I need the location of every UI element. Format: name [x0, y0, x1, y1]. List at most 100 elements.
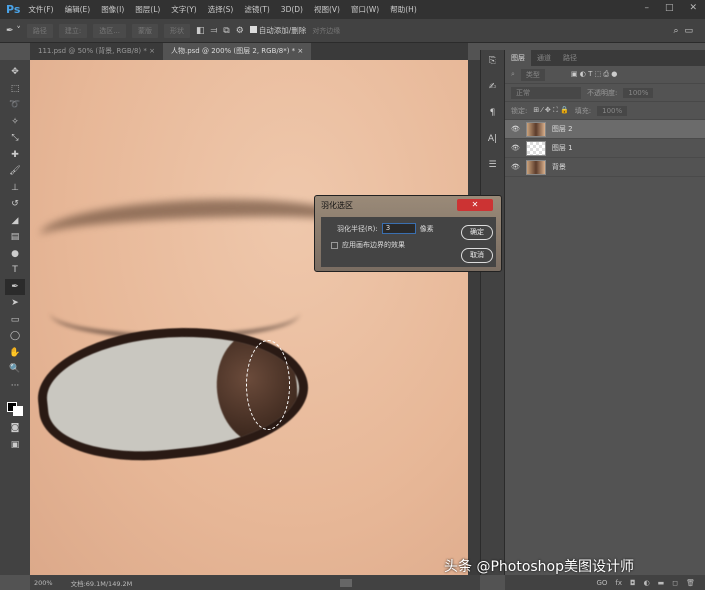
lasso-tool-icon[interactable]: ➰: [5, 97, 25, 114]
brush-tool-icon[interactable]: 🖌: [5, 163, 25, 180]
mask-button[interactable]: 蒙版: [131, 23, 158, 38]
stamp-tool-icon[interactable]: ⊥: [5, 180, 25, 197]
shape-tool-icon[interactable]: ▭: [5, 312, 25, 329]
eye-icon[interactable]: 👁: [511, 125, 520, 133]
dialog-close-button[interactable]: ✕: [457, 199, 493, 211]
hand-tool-icon[interactable]: ✋: [5, 345, 25, 362]
watermark: 头条 @Photoshop美图设计师: [444, 559, 635, 575]
path-mode-select[interactable]: 路径: [26, 23, 53, 38]
tab-layers[interactable]: 图层: [505, 50, 531, 66]
feather-radius-input[interactable]: 3: [381, 223, 416, 234]
character-icon[interactable]: A|: [488, 134, 497, 154]
menu-view[interactable]: 视图(V): [314, 4, 340, 15]
ok-button[interactable]: 确定: [461, 225, 493, 240]
menu-file[interactable]: 文件(F): [28, 4, 53, 15]
color-swatches-icon[interactable]: [5, 394, 25, 420]
fill-input[interactable]: 100%: [597, 105, 628, 116]
opacity-input[interactable]: 100%: [623, 87, 654, 98]
menu-select[interactable]: 选择(S): [208, 4, 234, 15]
vertical-scrollbar[interactable]: [468, 60, 480, 575]
adjustment-icon[interactable]: ◐: [644, 579, 650, 587]
tab-person-psd[interactable]: 人物.psd @ 200% (图层 2, RGB/8*) * ×: [162, 43, 312, 60]
menu-edit[interactable]: 编辑(E): [65, 4, 91, 15]
properties-icon[interactable]: ☰: [488, 160, 496, 180]
pen-tool-icon[interactable]: ✒ ˅: [6, 26, 21, 36]
gradient-tool-icon[interactable]: ▤: [5, 229, 25, 246]
status-bar: 200% 文档:69.1M/149.2M: [30, 575, 480, 590]
new-layer-icon[interactable]: ◻: [672, 579, 678, 587]
fx-icon[interactable]: fx: [615, 579, 622, 587]
magic-wand-icon[interactable]: ✧: [5, 114, 25, 131]
paragraph-icon[interactable]: ¶: [490, 108, 496, 128]
eyedropper-icon[interactable]: ⤡: [5, 130, 25, 147]
layer-row[interactable]: 👁 图层 1: [505, 139, 705, 158]
trash-icon[interactable]: 🗑: [686, 579, 695, 587]
doc-size: 文档:69.1M/149.2M: [70, 579, 133, 588]
menu-help[interactable]: 帮助(H): [390, 4, 417, 15]
history-brush-icon[interactable]: ↺: [5, 196, 25, 213]
options-bar: ✒ ˅ 路径 建立: 选区... 蒙版 形状 ◧ ⫤ ⧉ ⚙ 自动添加/删除 对…: [0, 19, 705, 43]
layer-filter-select[interactable]: 类型: [520, 68, 545, 81]
path-arrangement-icon[interactable]: ⧉: [223, 26, 229, 36]
close-button[interactable]: ✕: [689, 3, 697, 13]
folder-icon[interactable]: ▬: [658, 579, 665, 587]
blend-mode-select[interactable]: 正常: [511, 86, 581, 99]
maximize-button[interactable]: □: [665, 3, 674, 13]
align-edges-checkbox[interactable]: 对齐边缘: [312, 26, 340, 36]
gear-icon[interactable]: ⚙: [236, 26, 244, 36]
tab-channels[interactable]: 通道: [531, 50, 557, 66]
document-canvas[interactable]: [30, 60, 468, 575]
layer-thumbnail: [525, 140, 546, 156]
selection-button[interactable]: 选区...: [93, 23, 126, 38]
menu-layer[interactable]: 图层(L): [135, 4, 160, 15]
link-icon[interactable]: GO: [596, 579, 607, 587]
cancel-button[interactable]: 取消: [461, 248, 493, 263]
workspace-icon[interactable]: ▭: [684, 26, 693, 36]
more-tools-icon[interactable]: ···: [5, 378, 25, 395]
layer-row[interactable]: 👁 背景: [505, 158, 705, 177]
layer-row[interactable]: 👁 图层 2: [505, 120, 705, 139]
auto-add-delete-checkbox[interactable]: 自动添加/删除: [249, 25, 306, 36]
tab-111-psd[interactable]: 111.psd @ 50% (背景, RGB/8) * ×: [30, 43, 163, 60]
path-operations-icon[interactable]: ◧: [196, 26, 205, 36]
path-alignment-icon[interactable]: ⫤: [210, 26, 217, 36]
menu-3d[interactable]: 3D(D): [281, 5, 303, 14]
tab-paths[interactable]: 路径: [557, 50, 583, 66]
menu-bar: Ps 文件(F) 编辑(E) 图像(I) 图层(L) 文字(Y) 选择(S) 滤…: [0, 0, 705, 19]
menu-filter[interactable]: 滤镜(T): [244, 4, 269, 15]
canvas-bounds-checkbox[interactable]: [331, 241, 338, 249]
minimize-button[interactable]: –: [644, 3, 649, 13]
horizontal-scrollbar[interactable]: [340, 578, 353, 587]
mask-icon[interactable]: ◘: [630, 579, 636, 587]
menu-image[interactable]: 图像(I): [101, 4, 124, 15]
layer-name: 图层 2: [551, 125, 573, 133]
ellipse-tool-icon[interactable]: ◯: [5, 328, 25, 345]
lock-icons[interactable]: ⊞ ⁄ ✥ ⛶ 🔒: [533, 106, 568, 115]
tools-panel: ✥ ⬚ ➰ ✧ ⤡ ✚ 🖌 ⊥ ↺ ◢ ▤ ● T ✒ ➤ ▭ ◯ ✋ 🔍 ··…: [0, 60, 30, 575]
dodge-tool-icon[interactable]: ●: [5, 246, 25, 263]
menu-type[interactable]: 文字(Y): [171, 4, 196, 15]
screen-mode-icon[interactable]: ▣: [5, 437, 25, 454]
unit-label: 像素: [419, 224, 434, 233]
menu-window[interactable]: 窗口(W): [351, 4, 379, 15]
shape-button[interactable]: 形状: [163, 23, 190, 38]
eye-icon[interactable]: 👁: [511, 163, 520, 171]
history-icon[interactable]: ⎘: [489, 56, 496, 76]
marquee-tool-icon[interactable]: ⬚: [5, 81, 25, 98]
eraser-icon[interactable]: ◢: [5, 213, 25, 230]
layer-name: 背景: [551, 163, 566, 171]
feather-radius-label: 羽化半径(R):: [337, 224, 378, 233]
pen-tool-icon[interactable]: ✒: [5, 278, 25, 295]
brush-settings-icon[interactable]: ✍: [489, 82, 497, 102]
zoom-tool-icon[interactable]: 🔍: [5, 361, 25, 378]
zoom-level[interactable]: 200%: [34, 579, 53, 587]
quick-mask-icon[interactable]: ◙: [5, 420, 25, 437]
document-tabs: 111.psd @ 50% (背景, RGB/8) * × 人物.psd @ 2…: [30, 43, 468, 60]
type-tool-icon[interactable]: T: [5, 262, 25, 279]
eye-icon[interactable]: 👁: [511, 144, 520, 152]
healing-brush-icon[interactable]: ✚: [5, 147, 25, 164]
filter-icons[interactable]: ▣ ◐ T ⬚ ⎙ ●: [571, 70, 617, 79]
move-tool-icon[interactable]: ✥: [5, 64, 25, 81]
search-icon[interactable]: ⌕: [673, 26, 678, 36]
path-select-icon[interactable]: ➤: [5, 295, 25, 312]
